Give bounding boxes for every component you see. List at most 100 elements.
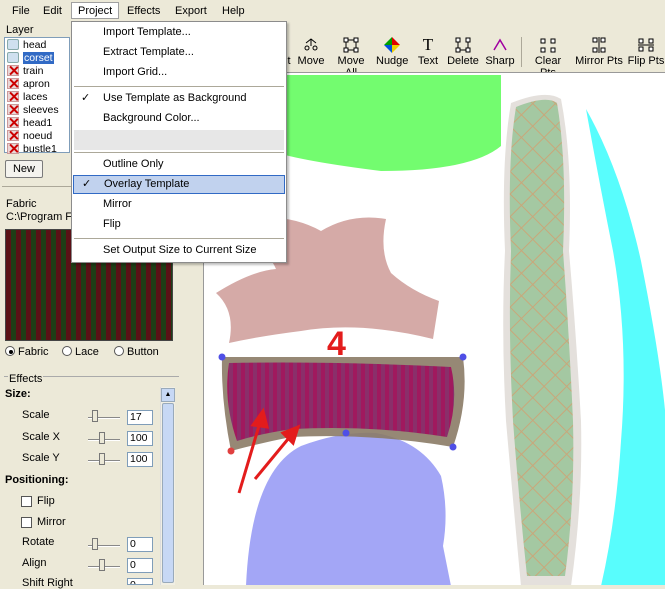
tool-nudge[interactable]: Nudge bbox=[376, 33, 408, 71]
menu-item-label: Set Output Size to Current Size bbox=[103, 244, 257, 256]
size-heading: Size: bbox=[5, 388, 31, 400]
menu-item-overlay-template[interactable]: ✓ Overlay Template bbox=[73, 175, 285, 194]
layer-item-laces[interactable]: laces bbox=[7, 91, 48, 104]
scale-y-input[interactable]: 100 bbox=[127, 452, 153, 467]
menu-item-use-template-as-background[interactable]: ✓ Use Template as Background bbox=[73, 89, 285, 108]
hidden-x-icon[interactable] bbox=[7, 130, 19, 141]
tool-move-all[interactable]: Move All bbox=[331, 33, 371, 79]
clear-points-icon bbox=[540, 38, 556, 53]
flip-checkbox[interactable] bbox=[21, 496, 32, 507]
menu-effects[interactable]: Effects bbox=[121, 3, 166, 20]
tool-sharp-label: Sharp bbox=[485, 55, 515, 67]
layer-item-label: noeud bbox=[23, 130, 53, 142]
radio-button-label: Button bbox=[127, 346, 159, 358]
menu-item-label: Overlay Template bbox=[104, 178, 190, 190]
tool-text-label: Text bbox=[417, 55, 439, 67]
effects-scrollbar[interactable]: ▲ bbox=[160, 387, 175, 585]
mirror-label: Mirror bbox=[37, 516, 66, 528]
tool-mirror-points[interactable]: Mirror Pts bbox=[575, 33, 623, 71]
tool-text[interactable]: T Text bbox=[415, 33, 441, 71]
mirror-checkbox[interactable] bbox=[21, 517, 32, 528]
scale-x-input[interactable]: 100 bbox=[127, 431, 153, 446]
hidden-x-icon[interactable] bbox=[7, 65, 19, 76]
menu-export[interactable]: Export bbox=[169, 3, 213, 20]
tool-sharp[interactable]: Sharp bbox=[484, 33, 516, 71]
eye-icon[interactable] bbox=[7, 39, 19, 50]
menu-item-import-grid[interactable]: Import Grid... bbox=[73, 63, 285, 82]
align-label: Align bbox=[22, 557, 47, 569]
menu-item-set-output-size[interactable]: Set Output Size to Current Size bbox=[73, 241, 285, 260]
project-menu-dropdown: Import Template... Extract Template... I… bbox=[71, 21, 287, 263]
toolbar: t Move Move All Nudge T Text Delete Shar… bbox=[285, 33, 665, 79]
hidden-x-icon[interactable] bbox=[7, 78, 19, 89]
scrollbar-thumb[interactable] bbox=[162, 403, 174, 583]
layer-item-noeud[interactable]: noeud bbox=[7, 130, 52, 143]
layer-item-sleeves[interactable]: sleeves bbox=[7, 104, 59, 117]
tool-move[interactable]: Move bbox=[295, 33, 327, 71]
rotate-input[interactable]: 0 bbox=[127, 537, 153, 552]
menu-item-label: Extract Template... bbox=[103, 46, 194, 58]
layer-item-head[interactable]: head bbox=[7, 39, 46, 52]
hidden-x-icon[interactable] bbox=[7, 91, 19, 102]
radio-dot[interactable] bbox=[114, 346, 124, 356]
scale-x-slider-thumb[interactable] bbox=[99, 432, 105, 444]
scroll-up-icon[interactable]: ▲ bbox=[161, 388, 175, 402]
annotation-number: 4 bbox=[327, 325, 346, 363]
green-pattern-piece[interactable] bbox=[271, 75, 501, 171]
control-point[interactable] bbox=[449, 443, 457, 451]
tool-mirror-points-label: Mirror Pts bbox=[575, 55, 623, 67]
radio-dot[interactable] bbox=[62, 346, 72, 356]
scale-slider-thumb[interactable] bbox=[92, 410, 98, 422]
menu-item-flip[interactable]: Flip bbox=[73, 215, 285, 234]
control-point[interactable] bbox=[459, 353, 467, 361]
menu-item-outline-only[interactable]: Outline Only bbox=[73, 155, 285, 174]
shift-right-input[interactable]: 0 bbox=[127, 578, 153, 585]
scale-input[interactable]: 17 bbox=[127, 410, 153, 425]
radio-dot[interactable] bbox=[5, 346, 15, 356]
cyan-pattern-piece[interactable] bbox=[586, 109, 665, 585]
flip-label: Flip bbox=[37, 495, 55, 507]
menu-project[interactable]: Project bbox=[71, 2, 120, 19]
menu-edit[interactable]: Edit bbox=[37, 3, 68, 20]
hidden-x-icon[interactable] bbox=[7, 143, 19, 154]
tool-clear-points[interactable]: Clear Pts bbox=[526, 33, 570, 79]
radio-fabric[interactable]: Fabric bbox=[5, 346, 49, 358]
align-input[interactable]: 0 bbox=[127, 558, 153, 573]
tool-flip-points[interactable]: Flip Pts bbox=[627, 33, 665, 71]
menu-item-import-template[interactable]: Import Template... bbox=[73, 23, 285, 42]
control-point[interactable] bbox=[227, 447, 235, 455]
text-icon: T bbox=[422, 35, 434, 54]
menu-item-extract-template[interactable]: Extract Template... bbox=[73, 43, 285, 62]
scale-label: Scale bbox=[22, 409, 50, 421]
menu-file[interactable]: File bbox=[6, 3, 36, 20]
radio-lace-label: Lace bbox=[75, 346, 99, 358]
layer-item-bustle1[interactable]: bustle1 bbox=[7, 143, 57, 156]
hidden-x-icon[interactable] bbox=[7, 104, 19, 115]
sharp-icon bbox=[493, 38, 507, 51]
layer-item-train[interactable]: train bbox=[7, 65, 43, 78]
layer-item-label: sleeves bbox=[23, 104, 59, 116]
tool-delete[interactable]: Delete bbox=[446, 33, 480, 71]
radio-lace[interactable]: Lace bbox=[62, 346, 99, 358]
blue-pattern-piece[interactable] bbox=[246, 432, 451, 585]
hidden-x-icon[interactable] bbox=[7, 117, 19, 128]
menu-item-label: Background Color... bbox=[103, 112, 200, 124]
eye-icon[interactable] bbox=[7, 52, 19, 63]
layer-item-corset[interactable]: corset bbox=[7, 52, 54, 65]
layer-item-head1[interactable]: head1 bbox=[7, 117, 52, 130]
rotate-slider-thumb[interactable] bbox=[92, 538, 98, 550]
layer-list[interactable]: head corset train apron laces sleeves he… bbox=[4, 37, 70, 156]
radio-button[interactable]: Button bbox=[114, 346, 159, 358]
control-point[interactable] bbox=[218, 353, 226, 361]
flip-points-icon bbox=[638, 38, 654, 52]
align-slider-thumb[interactable] bbox=[99, 559, 105, 571]
scale-y-slider-thumb[interactable] bbox=[99, 453, 105, 465]
menu-item-background-color[interactable]: Background Color... bbox=[73, 109, 285, 128]
layer-item-label: train bbox=[23, 65, 44, 77]
checkmark-icon: ✓ bbox=[81, 92, 91, 104]
control-point[interactable] bbox=[342, 429, 350, 437]
menu-item-mirror[interactable]: Mirror bbox=[73, 195, 285, 214]
new-layer-button[interactable]: New bbox=[5, 160, 43, 178]
layer-item-apron[interactable]: apron bbox=[7, 78, 50, 91]
menu-help[interactable]: Help bbox=[216, 3, 251, 20]
